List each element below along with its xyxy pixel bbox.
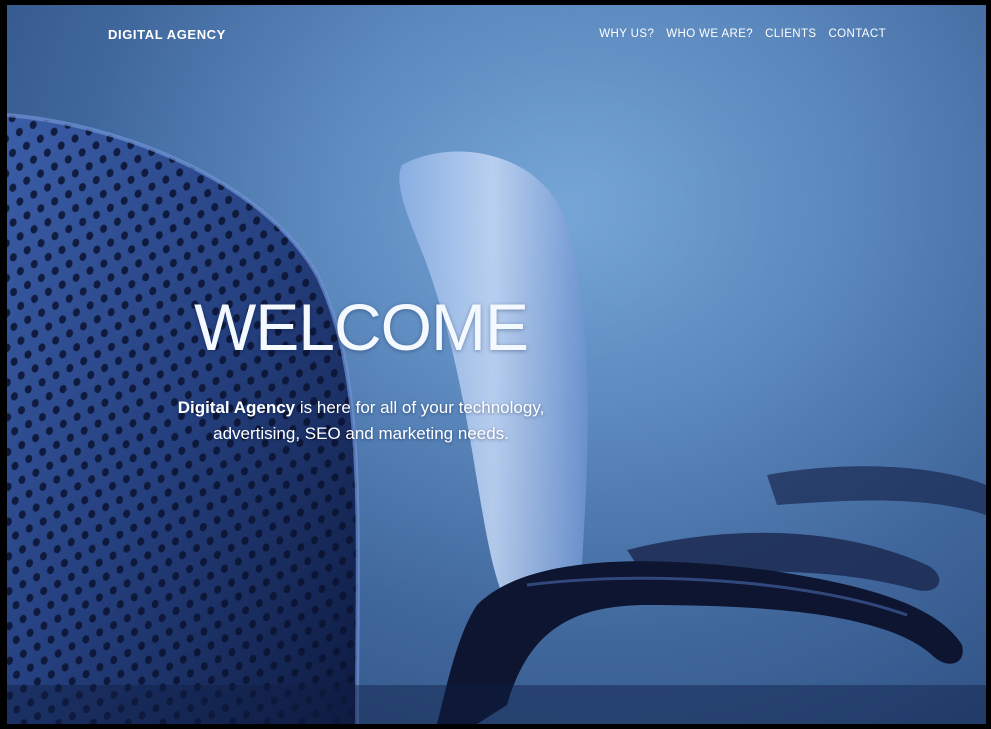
hero-subtitle-brand: Digital Agency: [177, 398, 296, 417]
nav-link-who-we-are[interactable]: WHO WE ARE?: [666, 28, 753, 40]
nav-link-clients[interactable]: CLIENTS: [765, 28, 816, 40]
hero-section: DIGITAL AGENCY WHY US? WHO WE ARE? CLIEN…: [7, 5, 986, 724]
hero-title: WELCOME: [193, 290, 529, 364]
main-nav: WHY US? WHO WE ARE? CLIENTS CONTACT: [599, 28, 886, 40]
office-chairs-image: [7, 5, 986, 724]
brand-logo[interactable]: DIGITAL AGENCY: [108, 27, 226, 42]
hero-subtitle-line2: advertising, SEO and marketing needs.: [213, 424, 509, 443]
nav-link-contact[interactable]: CONTACT: [828, 28, 886, 40]
hero-subtitle: Digital Agency is here for all of your t…: [141, 395, 581, 447]
hero-subtitle-line1: is here for all of your technology,: [295, 398, 545, 417]
nav-link-why-us[interactable]: WHY US?: [599, 28, 654, 40]
